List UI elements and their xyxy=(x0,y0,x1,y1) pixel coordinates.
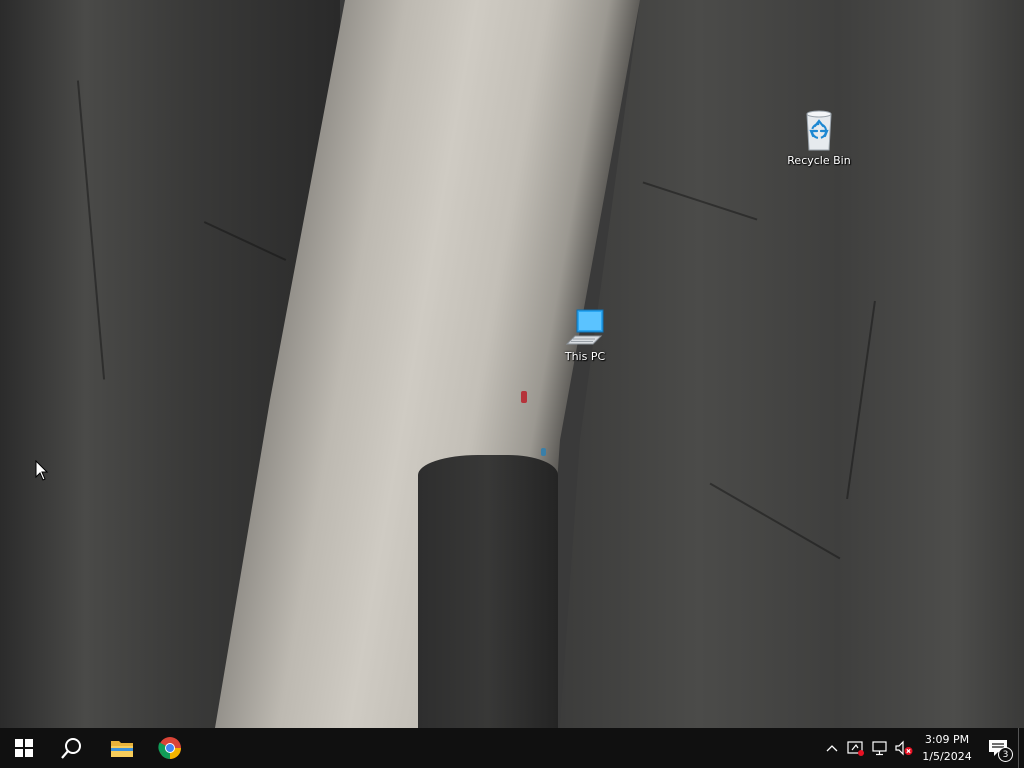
notification-count-badge: 3 xyxy=(998,747,1013,762)
show-desktop-button[interactable] xyxy=(1018,728,1024,768)
desktop-icon-label: Recycle Bin xyxy=(787,154,851,167)
recycle-bin-desktop-icon[interactable]: Recycle Bin xyxy=(781,108,857,167)
network-icon xyxy=(872,741,887,756)
desktop[interactable]: Recycle Bin This PC xyxy=(0,0,1024,728)
tray-network-button[interactable] xyxy=(868,728,892,768)
action-center-button[interactable]: 3 xyxy=(978,728,1018,768)
clock-time: 3:09 PM xyxy=(924,733,970,746)
desktop-icon-label: This PC xyxy=(564,350,606,363)
clock-date: 1/5/2024 xyxy=(922,750,972,763)
network-alert-icon xyxy=(847,741,864,756)
folder-icon xyxy=(111,741,133,757)
search-icon xyxy=(61,738,81,759)
tray-volume-button[interactable] xyxy=(892,728,916,768)
wallpaper-pillar xyxy=(418,455,558,728)
mouse-cursor-icon xyxy=(35,460,49,481)
chevron-up-icon xyxy=(826,745,838,752)
wallpaper-climber xyxy=(541,448,546,456)
this-pc-desktop-icon[interactable]: This PC xyxy=(547,308,623,363)
search-button[interactable] xyxy=(48,728,96,768)
recycle-bin-icon xyxy=(806,110,832,151)
system-tray: 3:09 PM 1/5/2024 3 xyxy=(820,728,1024,768)
taskbar: 3:09 PM 1/5/2024 3 xyxy=(0,728,1024,768)
volume-muted-icon xyxy=(895,740,913,756)
taskbar-file-explorer-button[interactable] xyxy=(98,728,146,768)
chrome-icon xyxy=(158,737,181,759)
windows-logo-icon xyxy=(15,739,33,757)
wallpaper-climber xyxy=(521,391,527,403)
start-button[interactable] xyxy=(0,728,48,768)
tray-network-alert-button[interactable] xyxy=(844,728,868,768)
taskbar-chrome-button[interactable] xyxy=(146,728,194,768)
show-hidden-icons-button[interactable] xyxy=(820,728,844,768)
taskbar-clock[interactable]: 3:09 PM 1/5/2024 xyxy=(916,731,978,765)
computer-icon xyxy=(565,309,604,345)
